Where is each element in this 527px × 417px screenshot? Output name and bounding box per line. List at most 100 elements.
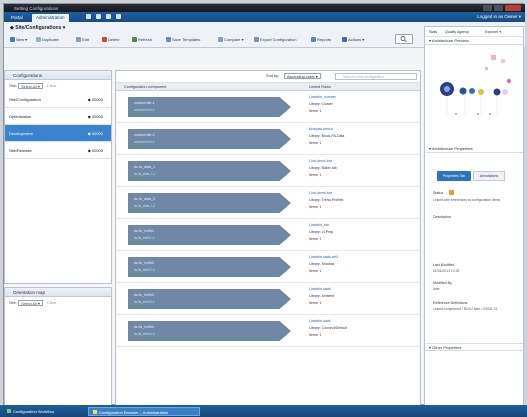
edit-button[interactable]: Edit [76, 36, 89, 43]
site-filter-select[interactable]: Select All ▾ [18, 82, 43, 89]
new-button[interactable]: New ▾ [10, 36, 27, 43]
other-properties-header[interactable]: ▾ Other Properties [425, 343, 523, 351]
linked-name[interactable]: Linkable_bar [309, 222, 333, 229]
configuration-item[interactable]: Site/Configuration ◆ 00000 [5, 91, 111, 108]
table-row[interactable]: custom-file-2 content-item-2 Analysis-benc… [116, 123, 420, 155]
configurations-list: Site/Configuration ◆ 00000 Optimization ◆ 0… [5, 91, 111, 159]
configuration-item[interactable]: Optimization ◆ 00000 [5, 108, 111, 125]
close-button[interactable] [505, 5, 521, 11]
linked-name[interactable]: Linkable-stats-set1 [309, 254, 338, 261]
taskbar-tab-workflow[interactable]: Configuration Workflow [3, 407, 58, 416]
linked-library: Library: Cluster [309, 102, 333, 106]
tab-administration[interactable]: Administration [32, 13, 69, 22]
undo-icon[interactable] [106, 14, 111, 19]
component-block[interactable]: fa-2b_lnd/b1 fa-2b_lnd/b1-1 [128, 225, 291, 245]
configurations-panel: Configurations Site: Select All ▾ Clear … [4, 70, 112, 284]
compare-button[interactable]: Compare ▾ [218, 36, 244, 43]
linked-library: Library: Ambient [309, 294, 335, 298]
component-block[interactable]: fa-3c_lnd/b3 fa-3c_lnd/b3-1 [128, 289, 291, 309]
properties-header[interactable]: ▾ Architecture Properties [425, 145, 523, 153]
tab-properties[interactable]: Properties Tab [437, 171, 471, 181]
component-name: fa-3d_lnd/b4 [134, 325, 154, 329]
col-header-component[interactable]: Configuration component [124, 83, 166, 91]
table-row[interactable]: custom-file-1 content-item-1 Linkable_numb… [116, 91, 420, 123]
dropdown-icon[interactable] [116, 14, 121, 19]
table-row[interactable]: fa-3d_lnd/b4 fa-3d_lnd/b4-2 Linkable-stats… [116, 315, 420, 347]
minimize-button[interactable] [483, 5, 492, 11]
export-icon [254, 37, 259, 42]
maximize-button[interactable] [494, 5, 503, 11]
properties-panel: Stats Quality Agency Explorer ▾ ▾ Archit… [424, 26, 524, 406]
reports-button[interactable]: Reports [311, 36, 331, 43]
status-value: Linked with references to configuration … [433, 198, 501, 202]
linked-library: Library: Connect/Default [309, 326, 347, 330]
linked-name[interactable]: Linkable-stats [309, 318, 347, 325]
table-row[interactable]: fa-1b_data_2 fa-1b_data-1-2 Cost-items-bar… [116, 187, 420, 219]
col-header-linked[interactable]: Linked Rows [309, 83, 331, 91]
table-row[interactable]: fa-3c_lnd/b3 fa-3c_lnd/b3-1 Linkable-stats… [116, 283, 420, 315]
orientation-site-select[interactable]: Select All ▾ [18, 299, 43, 306]
component-name: fa-1b_data_2 [134, 197, 156, 201]
configuration-item[interactable]: Site/Release ◆ 00000 [5, 142, 111, 159]
properties-body: Properties Tab Annotations Status Linked… [425, 153, 523, 343]
linked-library: Library: Lt-Prep [309, 230, 334, 234]
component-block[interactable]: custom-file-1 content-item-1 [128, 97, 291, 117]
linked-name[interactable]: Linkable-stats [309, 286, 334, 293]
export-configuration-button[interactable]: Export Configuration [254, 36, 296, 43]
window-title: Setting Configurations [14, 5, 59, 11]
linked-items: Items: 1 [309, 141, 322, 145]
tab-annotations[interactable]: Annotations [473, 171, 505, 181]
configuration-item-label: Site/Configuration [9, 97, 41, 102]
clear-filter-link[interactable]: Clear [47, 83, 57, 88]
component-block[interactable]: fa-2b_lnd/b2 fa-2b_lnd/b2-2 [128, 257, 291, 277]
configuration-item[interactable]: Development ◆ 00000 [5, 125, 111, 142]
orientation-clear-link[interactable]: Clear [47, 300, 57, 305]
search-input[interactable]: Search in this configuration [335, 73, 417, 80]
orientation-filter: Site: Select All ▾ Clear [9, 299, 57, 306]
status-label: Status [433, 191, 444, 195]
sort-select[interactable]: Ascending order ▾ [284, 73, 321, 79]
tab-portal[interactable]: Portal [7, 14, 27, 22]
component-sub: fa-2b_lnd/b1-1 [134, 236, 155, 240]
orientation-panel: Orientation map Site: Select All ▾ Clear [4, 287, 112, 406]
duplicate-button[interactable]: Duplicate [36, 36, 59, 43]
save-icon[interactable] [86, 14, 91, 19]
linked-name[interactable]: Cost-items-bar [309, 158, 337, 165]
component-block[interactable]: fa-1a_data_1 fa-1a_data-1-1 [128, 161, 291, 181]
delete-button[interactable]: Delete [102, 36, 120, 43]
component-block[interactable]: fa-3d_lnd/b4 fa-3d_lnd/b4-2 [128, 321, 291, 341]
actions-button[interactable]: Actions ▾ [342, 36, 364, 43]
delete-icon [102, 37, 107, 42]
linked-detail: Linkable_bar Library: Lt-Prep Items: 1 [309, 222, 333, 243]
search-button[interactable] [395, 34, 413, 44]
linked-name[interactable]: Cost-items-bar [309, 190, 343, 197]
preview-header[interactable]: ▾ Architecture Preview [425, 37, 523, 45]
component-name: custom-file-1 [134, 101, 155, 105]
configuration-item-label: Site/Release [9, 148, 32, 153]
component-block[interactable]: custom-file-2 content-item-2 [128, 129, 291, 149]
component-block[interactable]: fa-1b_data_2 fa-1b_data-1-2 [128, 193, 291, 213]
delete-icon[interactable] [96, 14, 101, 19]
linked-name[interactable]: Linkable_number [309, 94, 336, 101]
linked-name[interactable]: Analysis-bench [309, 126, 344, 133]
refresh-button[interactable]: Refresh [132, 36, 152, 43]
actions-icon [342, 37, 347, 42]
component-sub: fa-1b_data-1-2 [134, 204, 155, 208]
table-row[interactable]: fa-2b_lnd/b2 fa-2b_lnd/b2-2 Linkable-stats… [116, 251, 420, 283]
configuration-item-label: Development [9, 131, 33, 136]
configuration-item-count: ◆ 00000 [87, 131, 103, 136]
table-row[interactable]: fa-2b_lnd/b1 fa-2b_lnd/b1-1 Linkable_bar Li… [116, 219, 420, 251]
link-stats[interactable]: Stats [429, 30, 437, 34]
taskbar-tab-browser[interactable]: Configuration Browser – Administration [88, 406, 200, 416]
refresh-icon [132, 37, 137, 42]
component-name: fa-3c_lnd/b3 [134, 293, 154, 297]
link-explorer[interactable]: Explorer ▾ [485, 30, 501, 34]
component-sub: fa-3c_lnd/b3-1 [134, 300, 155, 304]
save-templates-button[interactable]: Save Templates [166, 36, 200, 43]
browser-icon [93, 409, 97, 414]
user-info[interactable]: Logged in as Owner ▾ [477, 14, 521, 20]
table-row[interactable]: fa-1a_data_1 fa-1a_data-1-1 Cost-items-bar… [116, 155, 420, 187]
breadcrumb[interactable]: ◆ Site/Configurations ▾ [10, 25, 65, 31]
linked-items: Items: 1 [309, 269, 322, 273]
link-quality-agency[interactable]: Quality Agency [445, 30, 469, 34]
